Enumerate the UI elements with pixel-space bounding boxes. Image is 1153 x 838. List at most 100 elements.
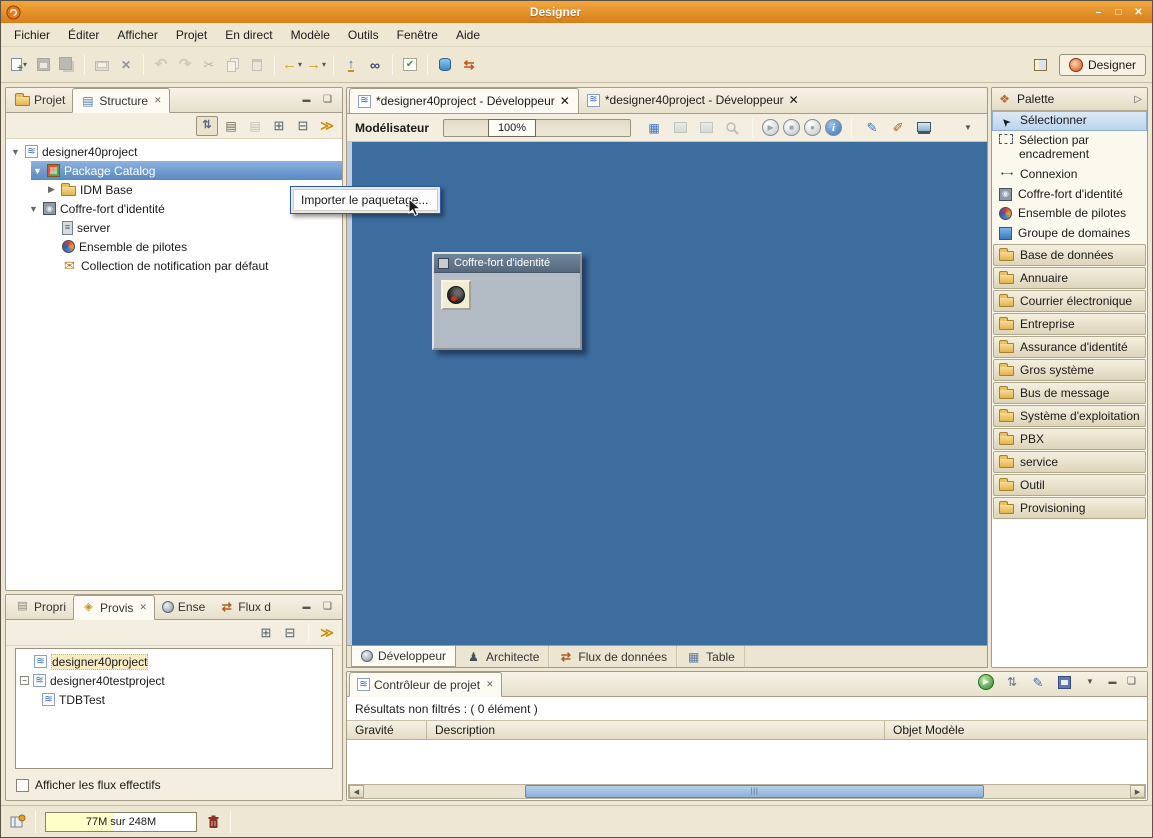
delete-button[interactable] xyxy=(114,53,138,77)
node-body[interactable] xyxy=(434,273,580,348)
refresh-button[interactable] xyxy=(316,623,338,643)
forward-button[interactable]: ▾ xyxy=(304,53,328,77)
column-gravite[interactable]: Gravité xyxy=(347,721,427,739)
menu-outils[interactable]: Outils xyxy=(339,25,388,45)
zoom-value[interactable]: 100% xyxy=(488,119,536,137)
palette-drawer-assurance[interactable]: Assurance d'identité xyxy=(993,336,1146,358)
checkbox-icon[interactable] xyxy=(16,779,29,792)
palette-tool-identity-vault[interactable]: Coffre-fort d'identité xyxy=(992,185,1147,205)
save-button[interactable] xyxy=(31,53,55,77)
palette-tool-connection[interactable]: Connexion xyxy=(992,165,1147,185)
modeler-canvas[interactable]: Coffre-fort d'identité xyxy=(347,142,987,645)
view-menu-button[interactable] xyxy=(1079,672,1101,692)
link-with-editor-button[interactable] xyxy=(196,116,218,136)
tree-item-tdbtest[interactable]: TDBTest xyxy=(16,690,332,709)
palette-drawer-bus-message[interactable]: Bus de message xyxy=(993,382,1146,404)
maximize-view-icon[interactable] xyxy=(320,600,335,614)
palette-tool-select[interactable]: Sélectionner xyxy=(992,111,1147,131)
node-header[interactable]: Coffre-fort d'identité xyxy=(434,254,580,273)
cut-button[interactable] xyxy=(197,53,221,77)
minimize-view-icon[interactable] xyxy=(1105,675,1120,689)
collapse-all-button[interactable] xyxy=(279,623,301,643)
palette-drawer-annuaire[interactable]: Annuaire xyxy=(993,267,1146,289)
palette-drawer-provisioning[interactable]: Provisioning xyxy=(993,497,1146,519)
tree-item-driver-set[interactable]: Ensemble de pilotes xyxy=(6,237,342,256)
titlebar[interactable]: Designer – □ ✕ xyxy=(1,1,1152,23)
tab-flux-donnees[interactable]: Flux d xyxy=(212,594,278,619)
palette-tool-driver-set[interactable]: Ensemble de pilotes xyxy=(992,204,1147,224)
highlight-button[interactable] xyxy=(887,117,909,139)
palette-drawer-courrier[interactable]: Courrier électronique xyxy=(993,290,1146,312)
save-results-button[interactable] xyxy=(1053,672,1075,692)
selected-row[interactable]: ▼ Package Catalog xyxy=(31,161,342,180)
tab-proprietes[interactable]: Propri xyxy=(8,594,73,619)
import-button[interactable] xyxy=(339,53,363,77)
scrollbar-thumb[interactable]: ||| xyxy=(525,785,985,798)
minimize-view-icon[interactable] xyxy=(299,600,314,614)
palette-drawer-pbx[interactable]: PBX xyxy=(993,428,1146,450)
mode-tab-table[interactable]: Table xyxy=(677,646,745,667)
collapse-palette-icon[interactable]: ▷ xyxy=(1134,94,1142,105)
tree-item-project[interactable]: designer40project xyxy=(16,652,332,671)
close-tab-icon[interactable]: ✕ xyxy=(484,679,494,690)
menu-aide[interactable]: Aide xyxy=(447,25,489,45)
menu-en-direct[interactable]: En direct xyxy=(216,25,281,45)
expand-all-button[interactable] xyxy=(255,623,277,643)
menu-projet[interactable]: Projet xyxy=(167,25,216,45)
copy-button[interactable] xyxy=(221,53,245,77)
palette-drawer-entreprise[interactable]: Entreprise xyxy=(993,313,1146,335)
heap-status-gauge[interactable]: 77M sur 248M xyxy=(45,812,197,832)
close-tab-icon[interactable]: ✕ xyxy=(137,602,147,613)
info-button[interactable]: i xyxy=(825,119,842,136)
palette-drawer-service[interactable]: service xyxy=(993,451,1146,473)
expand-all-button[interactable] xyxy=(268,116,290,136)
presentation-button[interactable] xyxy=(913,117,935,139)
horizontal-scrollbar[interactable]: ◀ ||| ▶ xyxy=(348,784,1146,799)
go-into-button[interactable] xyxy=(316,116,338,136)
column-objet-modele[interactable]: Objet Modèle xyxy=(885,721,1147,739)
menu-afficher[interactable]: Afficher xyxy=(108,25,166,45)
close-tab-icon[interactable]: ✕ xyxy=(560,94,570,108)
edit-button[interactable] xyxy=(1027,672,1049,692)
annotate-button[interactable] xyxy=(861,117,883,139)
vault-tree-icon[interactable] xyxy=(441,280,471,310)
toolbar-overflow-button[interactable] xyxy=(957,117,979,139)
minimize-window-icon[interactable]: – xyxy=(1090,5,1107,20)
maximize-view-icon[interactable] xyxy=(320,93,335,107)
palette-drawer-os[interactable]: Système d'exploitation xyxy=(993,405,1146,427)
menu-fenetre[interactable]: Fenêtre xyxy=(388,25,447,45)
tree-item-notification[interactable]: Collection de notification par défaut xyxy=(6,256,342,275)
mode-tab-architecte[interactable]: Architecte xyxy=(457,646,549,667)
sort-button[interactable] xyxy=(1001,672,1023,692)
expander-icon[interactable]: ▼ xyxy=(10,147,21,157)
identity-vault-node[interactable]: Coffre-fort d'identité xyxy=(432,252,582,350)
tree-item-testproject[interactable]: − designer40testproject xyxy=(16,671,332,690)
tab-ensemble[interactable]: Ense xyxy=(155,594,212,619)
menu-editer[interactable]: Éditer xyxy=(59,25,108,45)
new-button[interactable]: ▾ xyxy=(7,53,31,77)
editor-tab-2[interactable]: *designer40project - Développeur ✕ xyxy=(579,87,807,113)
designer-perspective-button[interactable]: Designer xyxy=(1059,54,1146,76)
palette-drawer-gros-systeme[interactable]: Gros système xyxy=(993,359,1146,381)
editor-tab-1[interactable]: *designer40project - Développeur ✕ xyxy=(349,88,579,114)
redo-button[interactable] xyxy=(173,53,197,77)
show-effective-flows-option[interactable]: Afficher les flux effectifs xyxy=(6,773,342,797)
paste-button[interactable] xyxy=(245,53,269,77)
zoom-button[interactable] xyxy=(721,117,743,139)
tree-item-package-catalog[interactable]: ▼ Package Catalog xyxy=(6,161,342,180)
menu-fichier[interactable]: Fichier xyxy=(5,25,59,45)
view-menu-button[interactable] xyxy=(220,116,242,136)
tab-projet[interactable]: Projet xyxy=(8,87,72,112)
collapse-expander-icon[interactable]: − xyxy=(20,676,29,685)
run-checks-button[interactable] xyxy=(975,672,997,692)
garbage-collect-icon[interactable] xyxy=(206,814,221,830)
back-button[interactable]: ▾ xyxy=(280,53,304,77)
palette-drawer-database[interactable]: Base de données xyxy=(993,244,1146,266)
close-tab-icon[interactable]: ✕ xyxy=(789,93,799,107)
filter-button[interactable] xyxy=(244,116,266,136)
validate-button[interactable] xyxy=(398,53,422,77)
column-description[interactable]: Description xyxy=(427,721,885,739)
close-window-icon[interactable]: ✕ xyxy=(1130,5,1147,20)
tree-item-project[interactable]: ▼ designer40project xyxy=(6,142,342,161)
palette-tool-marquee[interactable]: Sélection par encadrement xyxy=(992,131,1147,165)
